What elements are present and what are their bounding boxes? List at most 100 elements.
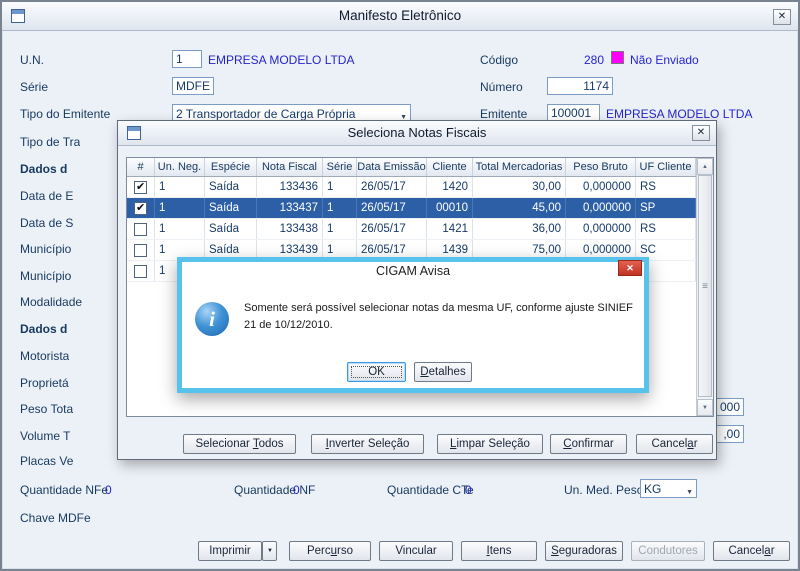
checkbox-cell (127, 261, 155, 281)
limpar-selecao-button[interactable]: Limpar Seleção (437, 434, 543, 454)
notas-cancelar-button[interactable]: Cancelar (636, 434, 713, 454)
un-company-text: EMPRESA MODELO LTDA (208, 53, 355, 67)
table-cell: 1 (323, 219, 357, 239)
selecionar-todos-button[interactable]: Selecionar Todos (183, 434, 296, 454)
form-label: Dados d (20, 322, 68, 336)
main-titlebar: Manifesto Eletrônico (2, 2, 798, 31)
table-cell: 1 (155, 198, 205, 218)
table-row[interactable]: 1Saída133436126/05/17142030,000,000000RS (127, 177, 713, 198)
column-header[interactable]: Nota Fiscal (257, 158, 323, 176)
table-cell: Saída (205, 219, 257, 239)
checkbox-cell (127, 177, 155, 197)
form-label: Data de E (20, 189, 74, 203)
qtde-nfe-value: 0 (105, 483, 112, 497)
form-label: Tipo de Tra (20, 135, 81, 149)
column-header[interactable]: Peso Bruto (566, 158, 636, 176)
form-label: Volume T (20, 429, 71, 443)
serie-field[interactable]: MDFE (172, 77, 214, 95)
table-cell: 26/05/17 (357, 219, 427, 239)
selected-option: KG (644, 482, 662, 496)
table-cell: 0,000000 (566, 198, 636, 218)
column-header[interactable]: Espécie (205, 158, 257, 176)
table-cell: SP (636, 198, 696, 218)
imprimir-dropdown-button[interactable] (262, 541, 277, 561)
column-header[interactable]: Total Mercadorias (473, 158, 566, 176)
table-cell: RS (636, 177, 696, 197)
column-header[interactable]: Un. Neg. (155, 158, 205, 176)
chevron-down-icon (686, 482, 693, 497)
itens-button[interactable]: Itens (461, 541, 537, 561)
imprimir-button[interactable]: Imprimir (198, 541, 262, 561)
table-cell: 133436 (257, 177, 323, 197)
vincular-button[interactable]: Vincular (379, 541, 453, 561)
form-label: Data de S (20, 216, 74, 230)
ok-button[interactable]: OK (347, 362, 406, 382)
cancelar-button[interactable]: Cancelar (713, 541, 790, 561)
tipo-emitente-label: Tipo do Emitente (20, 107, 111, 121)
notas-titlebar: Seleciona Notas Fiscais (118, 121, 716, 146)
status-color-swatch (611, 51, 624, 64)
form-label: Município (20, 242, 72, 256)
table-cell: 36,00 (473, 219, 566, 239)
table-cell: 0,000000 (566, 177, 636, 197)
inverter-selecao-button[interactable]: Inverter Seleção (311, 434, 424, 454)
close-button[interactable] (773, 9, 791, 25)
qtde-cte-label: Quantidade CTe (387, 483, 474, 497)
row-checkbox[interactable] (134, 243, 147, 257)
notas-close-button[interactable] (692, 125, 710, 141)
column-header[interactable]: UF Cliente (636, 158, 696, 176)
row-checkbox[interactable] (134, 222, 147, 236)
detalhes-button[interactable]: Detalhes (414, 362, 472, 382)
seguradoras-button[interactable]: Seguradoras (545, 541, 623, 561)
codigo-label: Código (480, 53, 519, 67)
table-row[interactable]: 1 Saída 133438 1 26/05/17 1421 36,00 0,000000 RS (127, 219, 713, 240)
condutores-button: Condutores (631, 541, 705, 561)
table-scrollbar[interactable] (696, 158, 713, 416)
table-cell: 1420 (427, 177, 473, 197)
column-header[interactable]: Data Emissão (357, 158, 427, 176)
table-cell: 133438 (257, 219, 323, 239)
qtde-cte-value: 0 (465, 483, 472, 497)
row-checkbox[interactable] (134, 180, 147, 194)
table-cell: 30,00 (473, 177, 566, 197)
table-cell: 133437 (257, 198, 323, 218)
dialog-title: CIGAM Avisa (375, 264, 451, 278)
qtde-nf-value: 0 (293, 483, 300, 497)
checkbox-cell (127, 219, 155, 239)
table-cell: 1 (323, 177, 357, 197)
table-cell: Saída (205, 198, 257, 218)
serie-label: Série (20, 80, 49, 94)
column-header[interactable]: Cliente (427, 158, 473, 176)
un-field[interactable]: 1 (172, 50, 202, 68)
numero-field[interactable]: 1174 (547, 77, 613, 95)
dialog-message: Somente será possível selecionar notas d… (244, 302, 633, 331)
table-cell: 26/05/17 (357, 198, 427, 218)
column-header[interactable]: # (127, 158, 155, 176)
scroll-down-icon[interactable] (697, 399, 713, 416)
window-title: Manifesto Eletrônico (338, 8, 462, 23)
info-icon (195, 302, 229, 336)
table-cell: Saída (205, 177, 257, 197)
notas-window-title: Seleciona Notas Fiscais (347, 125, 487, 140)
emitente-company-text: EMPRESA MODELO LTDA (606, 107, 753, 121)
scroll-up-icon[interactable] (697, 158, 713, 175)
percurso-button[interactable]: Percurso (289, 541, 371, 561)
column-header[interactable]: Série (323, 158, 357, 176)
table-cell: 45,00 (473, 198, 566, 218)
dialog-close-icon[interactable] (618, 260, 642, 276)
table-cell: 1 (155, 177, 205, 197)
row-checkbox[interactable] (134, 264, 147, 278)
row-checkbox[interactable] (134, 201, 147, 215)
table-row[interactable]: 1Saída133437126/05/170001045,000,000000S… (127, 198, 713, 219)
cigam-avisa-dialog: CIGAM Avisa Somente será possível seleci… (177, 257, 649, 393)
table-cell: 1 (155, 219, 205, 239)
confirmar-button[interactable]: Confirmar (550, 434, 627, 454)
table-cell: RS (636, 219, 696, 239)
table-cell: 1421 (427, 219, 473, 239)
scrollbar-thumb[interactable] (698, 175, 712, 397)
un-med-peso-select[interactable]: KG (640, 479, 697, 498)
un-label: U.N. (20, 53, 44, 67)
checkbox-cell (127, 198, 155, 218)
status-badge: Não Enviado (630, 53, 699, 67)
form-label: Motorista (20, 349, 70, 363)
